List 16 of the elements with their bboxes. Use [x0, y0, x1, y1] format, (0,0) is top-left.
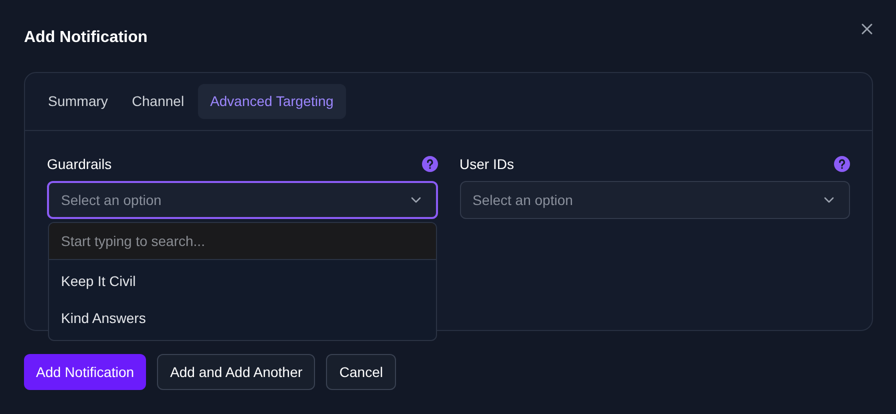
dialog-title: Add Notification: [24, 28, 148, 48]
tab[interactable]: Summary: [38, 84, 118, 119]
field-label: Guardrails: [47, 154, 112, 174]
search-field[interactable]: Start typing to search...: [49, 223, 436, 260]
help-icon[interactable]: [422, 156, 438, 172]
dialog-button[interactable]: Add Notification: [24, 354, 146, 390]
tab[interactable]: Channel: [122, 84, 194, 119]
field-label: User IDs: [460, 154, 514, 174]
select-field[interactable]: Select an option: [460, 181, 850, 219]
help-icon[interactable]: [834, 156, 850, 172]
select-field[interactable]: Select an option: [47, 181, 438, 219]
tab[interactable]: Advanced Targeting: [198, 84, 346, 119]
dialog-button[interactable]: Cancel: [326, 354, 396, 390]
dialog-button[interactable]: Add and Add Another: [157, 354, 316, 390]
dropdown-option[interactable]: Keep It Civil: [49, 263, 436, 300]
dropdown-option[interactable]: Kind Answers: [49, 300, 436, 337]
